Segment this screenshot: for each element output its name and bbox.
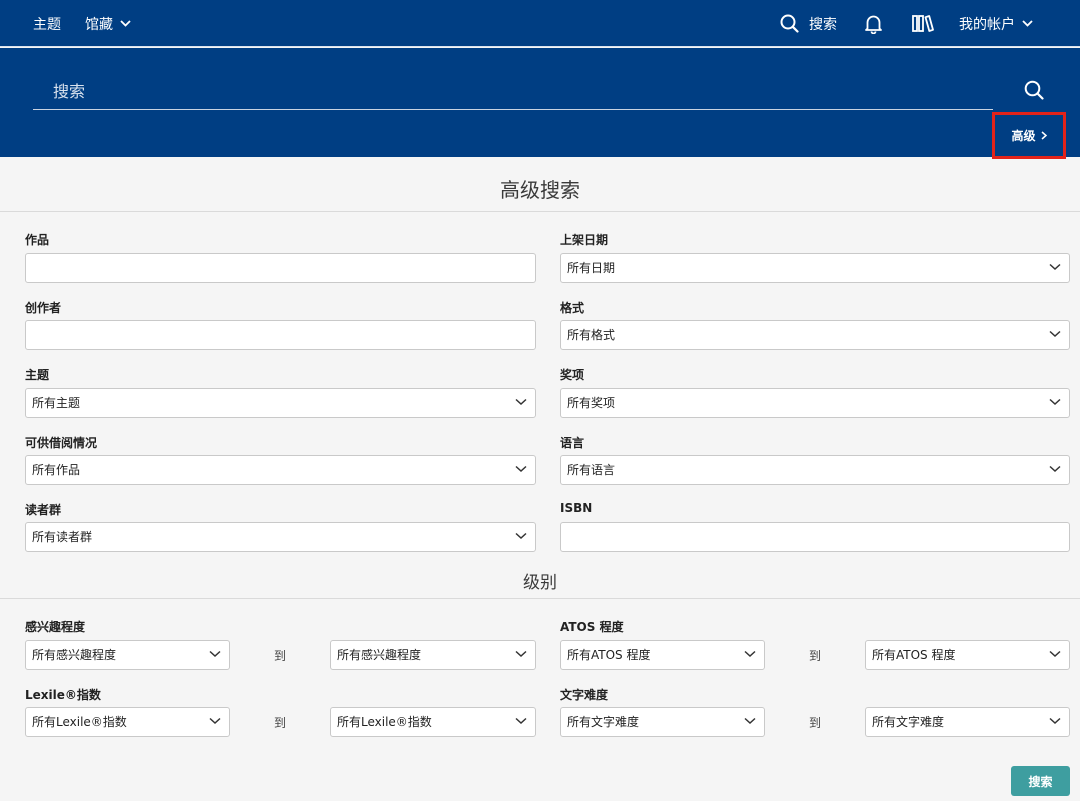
nav-search-label: 搜索 xyxy=(809,16,837,33)
page-title: 高级搜索 xyxy=(500,178,580,202)
award-select[interactable]: 所有奖项 xyxy=(560,388,1070,418)
chevron-down-icon xyxy=(515,717,527,725)
atos-level-from-value: 所有ATOS 程度 xyxy=(567,648,651,662)
chevron-right-icon xyxy=(1041,131,1047,140)
lexile-to-value: 所有Lexile®指数 xyxy=(337,715,432,729)
chevron-down-icon xyxy=(209,717,221,725)
text-difficulty-to-select[interactable]: 所有文字难度 xyxy=(865,707,1070,737)
text-difficulty-from-select[interactable]: 所有文字难度 xyxy=(560,707,765,737)
lexile-from-select[interactable]: 所有Lexile®指数 xyxy=(25,707,230,737)
text-difficulty-to-value: 所有文字难度 xyxy=(872,715,945,729)
my-account-dropdown[interactable]: 我的帐户 xyxy=(959,0,1033,47)
date-select[interactable]: 所有日期 xyxy=(560,253,1070,283)
lexile-label: Lexile®指数 xyxy=(25,688,101,702)
audience-select[interactable]: 所有读者群 xyxy=(25,522,536,552)
bookshelf-icon xyxy=(912,15,934,32)
interest-level-label: 感兴趣程度 xyxy=(25,620,86,634)
interest-level-from-select[interactable]: 所有感兴趣程度 xyxy=(25,640,230,670)
nav-topics-link[interactable]: 主题 xyxy=(33,0,61,47)
atos-level-to-label: 到 xyxy=(809,649,822,663)
bookshelf-button[interactable] xyxy=(912,0,934,47)
text-difficulty-label: 文字难度 xyxy=(560,688,609,702)
creator-input[interactable] xyxy=(25,320,536,350)
chevron-down-icon xyxy=(515,398,527,406)
advanced-search-link[interactable]: 高级 xyxy=(992,112,1066,159)
subject-label: 主题 xyxy=(25,368,50,382)
language-select[interactable]: 所有语言 xyxy=(560,455,1070,485)
atos-level-to-value: 所有ATOS 程度 xyxy=(872,648,956,662)
levels-divider xyxy=(0,598,1080,599)
chevron-down-icon xyxy=(1049,717,1061,725)
language-select-value: 所有语言 xyxy=(567,463,616,477)
date-label: 上架日期 xyxy=(560,233,609,247)
format-select-value: 所有格式 xyxy=(567,328,616,342)
isbn-label: ISBN xyxy=(560,501,593,515)
lexile-to-label: 到 xyxy=(274,716,287,730)
audience-select-value: 所有读者群 xyxy=(32,530,93,544)
search-submit-button[interactable] xyxy=(1024,80,1044,104)
availability-label: 可供借阅情况 xyxy=(25,436,98,450)
search-icon xyxy=(780,14,799,33)
atos-level-to-select[interactable]: 所有ATOS 程度 xyxy=(865,640,1070,670)
chevron-down-icon xyxy=(1049,465,1061,473)
works-label: 作品 xyxy=(25,233,50,247)
chevron-down-icon xyxy=(1049,398,1061,406)
my-account-label: 我的帐户 xyxy=(959,16,1015,33)
text-difficulty-from-value: 所有文字难度 xyxy=(567,715,640,729)
nav-topics-label: 主题 xyxy=(33,16,61,33)
chevron-down-icon xyxy=(1049,263,1061,271)
works-input[interactable] xyxy=(25,253,536,283)
interest-level-to-select[interactable]: 所有感兴趣程度 xyxy=(330,640,536,670)
chevron-down-icon xyxy=(515,650,527,658)
availability-select[interactable]: 所有作品 xyxy=(25,455,536,485)
atos-level-label: ATOS 程度 xyxy=(560,620,624,634)
title-divider xyxy=(0,211,1080,212)
nav-collections-dropdown[interactable]: 馆藏 xyxy=(85,0,131,47)
lexile-to-select[interactable]: 所有Lexile®指数 xyxy=(330,707,536,737)
format-label: 格式 xyxy=(560,301,585,315)
levels-title: 级别 xyxy=(523,573,557,593)
chevron-down-icon xyxy=(120,20,131,27)
chevron-down-icon xyxy=(1049,650,1061,658)
search-submit-form-button[interactable]: 搜索 xyxy=(1011,766,1070,796)
search-field xyxy=(33,76,993,110)
chevron-down-icon xyxy=(1049,330,1061,338)
date-select-value: 所有日期 xyxy=(567,261,616,275)
subject-select-value: 所有主题 xyxy=(32,396,81,410)
bell-icon xyxy=(865,15,882,34)
isbn-input[interactable] xyxy=(560,522,1070,552)
chevron-down-icon xyxy=(515,465,527,473)
lexile-from-value: 所有Lexile®指数 xyxy=(32,715,127,729)
advanced-search-label: 高级 xyxy=(1011,129,1036,143)
interest-level-to-label: 到 xyxy=(274,649,287,663)
chevron-down-icon xyxy=(515,532,527,540)
format-select[interactable]: 所有格式 xyxy=(560,320,1070,350)
chevron-down-icon xyxy=(1022,20,1033,27)
search-icon xyxy=(1024,80,1044,100)
audience-label: 读者群 xyxy=(25,503,62,517)
creator-label: 创作者 xyxy=(25,301,62,315)
chevron-down-icon xyxy=(744,717,756,725)
nav-collections-label: 馆藏 xyxy=(85,16,113,33)
top-nav: 主题 馆藏 搜索 我的帐户 xyxy=(0,0,1080,47)
atos-level-from-select[interactable]: 所有ATOS 程度 xyxy=(560,640,765,670)
text-difficulty-to-label: 到 xyxy=(809,716,822,730)
availability-select-value: 所有作品 xyxy=(32,463,81,477)
award-select-value: 所有奖项 xyxy=(567,396,616,410)
search-input[interactable] xyxy=(53,76,973,106)
chevron-down-icon xyxy=(209,650,221,658)
interest-level-to-value: 所有感兴趣程度 xyxy=(337,648,422,662)
interest-level-from-value: 所有感兴趣程度 xyxy=(32,648,117,662)
subject-select[interactable]: 所有主题 xyxy=(25,388,536,418)
nav-search-button[interactable]: 搜索 xyxy=(780,0,837,47)
language-label: 语言 xyxy=(560,436,585,450)
notifications-button[interactable] xyxy=(864,0,883,47)
award-label: 奖项 xyxy=(560,368,585,382)
chevron-down-icon xyxy=(744,650,756,658)
